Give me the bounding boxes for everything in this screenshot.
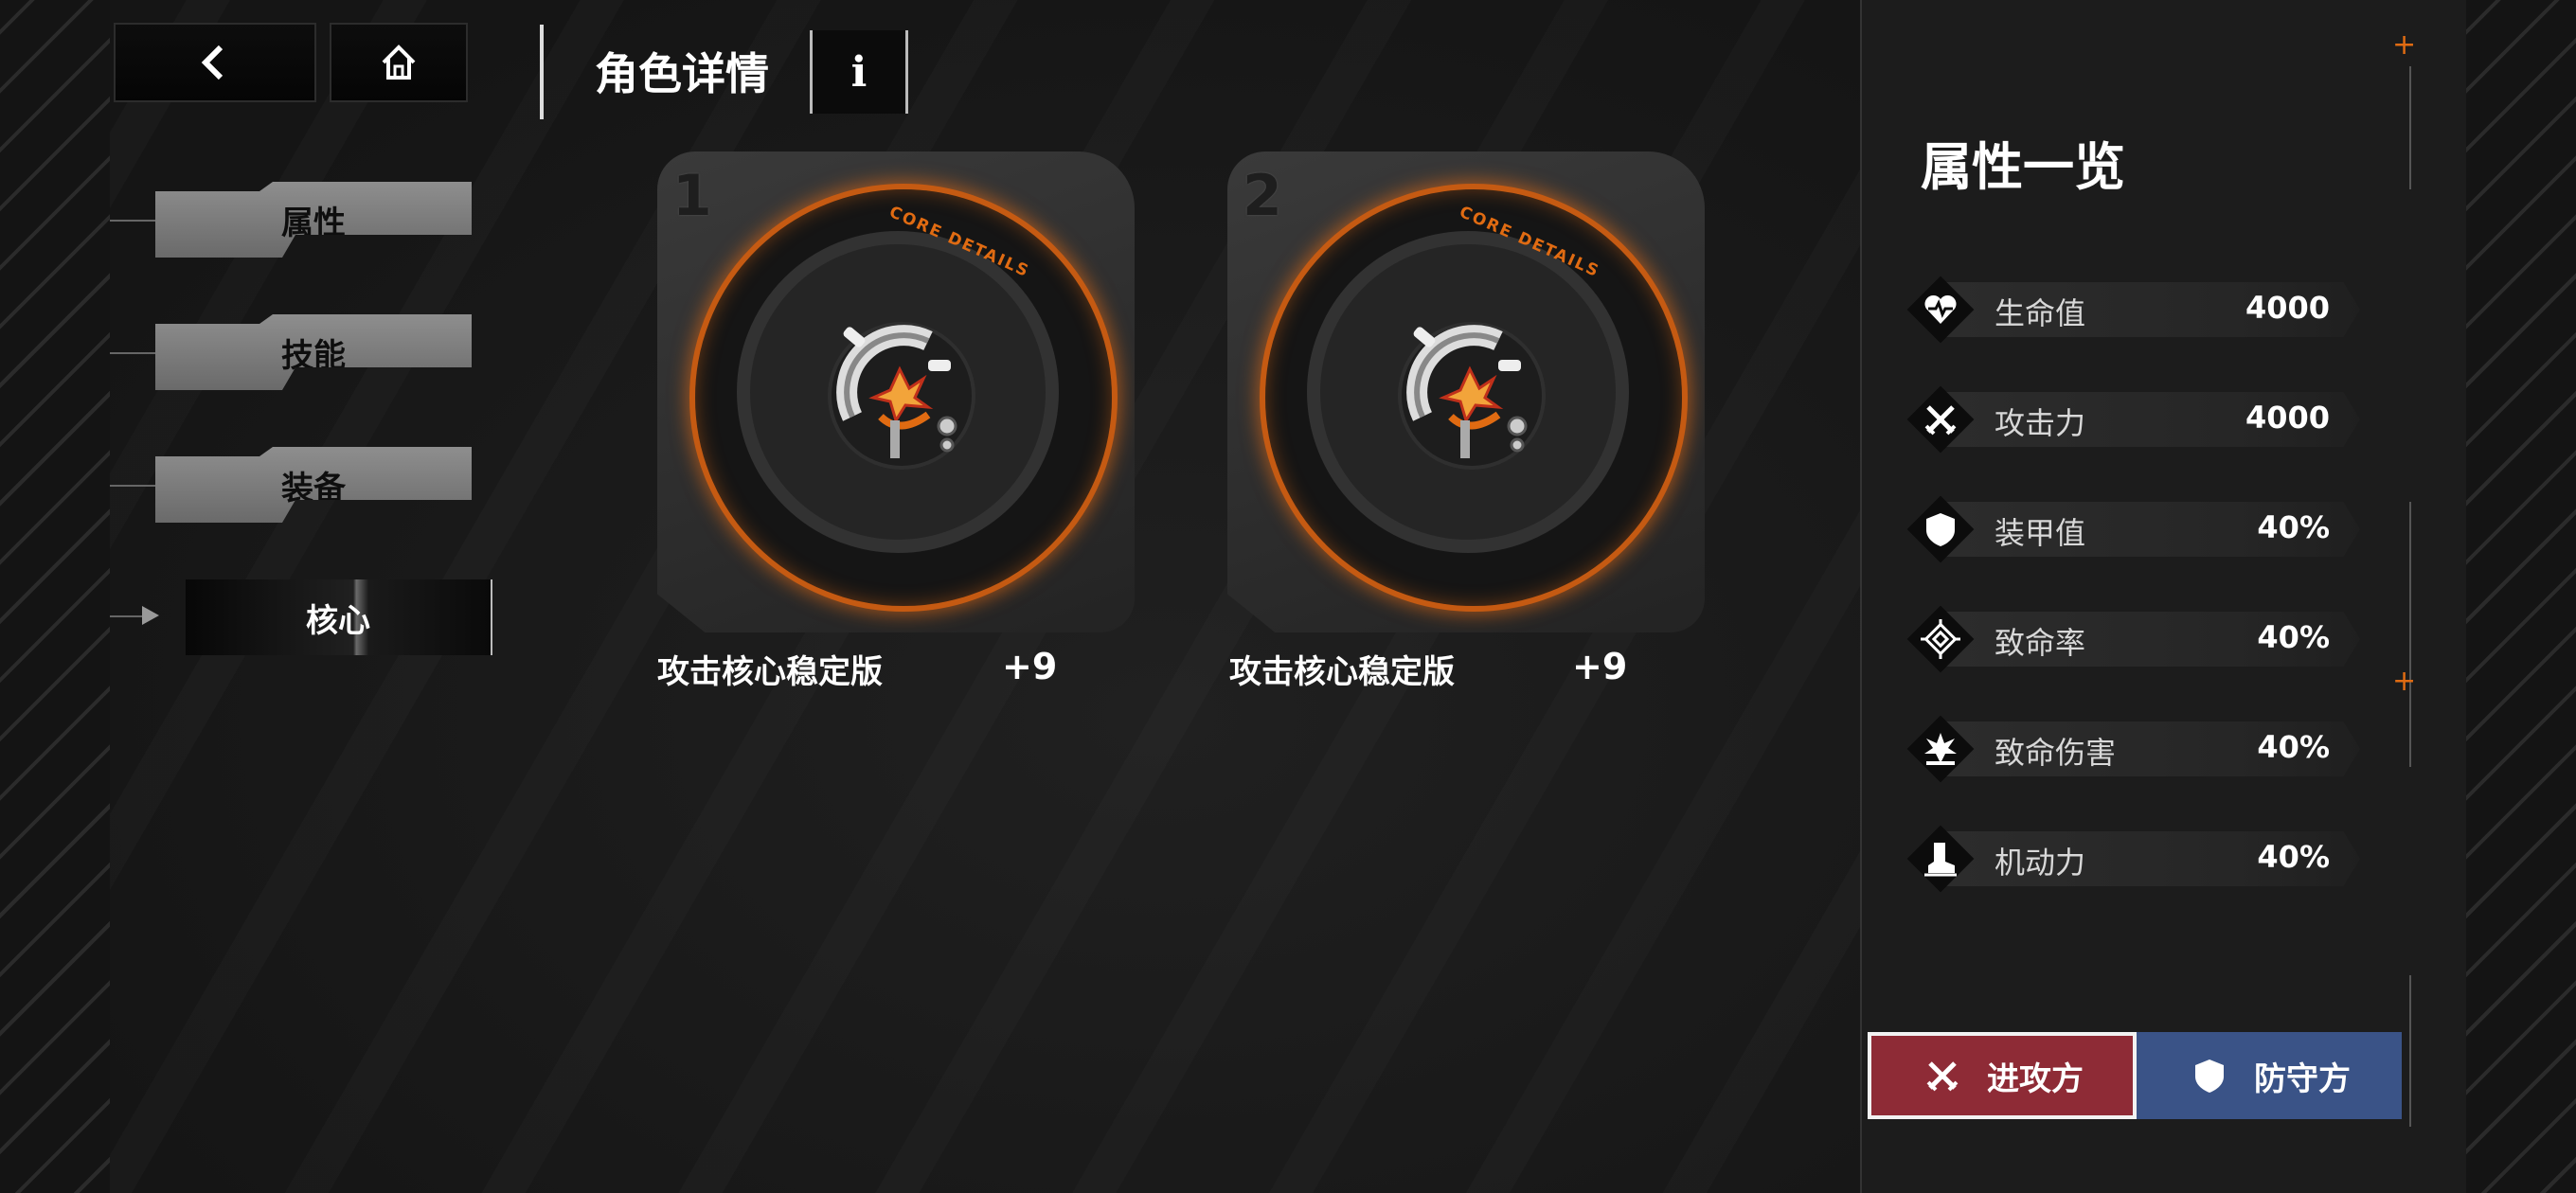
home-icon <box>382 45 416 80</box>
crossed-swords-icon <box>1926 1061 1959 1092</box>
chevron-left-icon <box>201 45 224 80</box>
core-card-2[interactable]: 2 CORE DETAILS <box>1227 151 1705 632</box>
right-decorative-strip <box>2466 0 2576 1193</box>
tab-connector <box>110 220 155 222</box>
defender-label: 防守方 <box>2254 1059 2351 1098</box>
stat-label: 致命伤害 <box>1995 735 2117 771</box>
stat-value: 4000 <box>2245 400 2330 436</box>
corner-plus-marker: + <box>2392 28 2417 62</box>
stat-row-hp: 生命值 4000 <box>1905 276 2360 344</box>
core-card-1[interactable]: 1 CORE DETAILS <box>657 151 1135 632</box>
stat-row-crit-damage: 致命伤害 40% <box>1905 715 2360 783</box>
stat-value: 40% <box>2257 729 2330 765</box>
core-level: +9 <box>1002 646 1058 687</box>
stat-row-armor: 装甲值 40% <box>1905 495 2360 563</box>
crosshair-icon <box>1921 619 1960 659</box>
tab-core[interactable]: 核心 <box>186 579 492 655</box>
stat-row-mobility: 机动力 40% <box>1905 825 2360 893</box>
stat-value: 40% <box>2257 509 2330 545</box>
shield-icon <box>1926 513 1955 546</box>
stat-label: 装甲值 <box>1995 515 2086 551</box>
attack-core-icon <box>1406 325 1528 458</box>
tab-connector <box>110 485 155 487</box>
stat-label: 生命值 <box>1995 295 2086 331</box>
core-name: 攻击核心稳定版 <box>657 653 883 691</box>
info-button[interactable]: i <box>810 30 908 114</box>
page-title: 角色详情 <box>595 48 769 99</box>
stat-label: 致命率 <box>1995 625 2086 661</box>
core-name: 攻击核心稳定版 <box>1229 653 1455 691</box>
boot-icon <box>1924 843 1957 877</box>
core-slot-number: 1 <box>672 163 712 229</box>
home-button[interactable] <box>330 23 468 102</box>
stat-row-attack: 攻击力 4000 <box>1905 385 2360 454</box>
attack-core-icon <box>836 325 957 458</box>
stat-label: 机动力 <box>1995 845 2086 881</box>
crossed-swords-icon <box>1924 405 1957 436</box>
panel-title: 属性一览 <box>1921 137 2125 197</box>
stat-value: 4000 <box>2245 290 2330 326</box>
core-slot-number: 2 <box>1243 163 1282 229</box>
core-level: +9 <box>1572 646 1628 687</box>
stat-row-crit-rate: 致命率 40% <box>1905 605 2360 673</box>
title-bracket <box>540 25 544 119</box>
left-decorative-strip <box>0 0 110 1193</box>
heart-icon <box>1924 294 1957 324</box>
active-tab-marker <box>142 606 159 625</box>
attribute-panel: 属性一览 + + 生命值 4000 攻击力 4000 装甲值 40% 致命率 4… <box>1860 0 2466 1193</box>
stat-label: 攻击力 <box>1995 405 2086 441</box>
shield-icon <box>2195 1059 2224 1093</box>
back-button[interactable] <box>114 23 316 102</box>
attacker-label: 进攻方 <box>1987 1059 2084 1098</box>
stat-value: 40% <box>2257 619 2330 655</box>
stat-value: 40% <box>2257 839 2330 875</box>
defender-button[interactable]: 防守方 <box>2137 1032 2402 1119</box>
explosion-icon <box>1924 733 1957 765</box>
tab-connector <box>110 352 155 354</box>
attacker-button[interactable]: 进攻方 <box>1868 1032 2137 1119</box>
